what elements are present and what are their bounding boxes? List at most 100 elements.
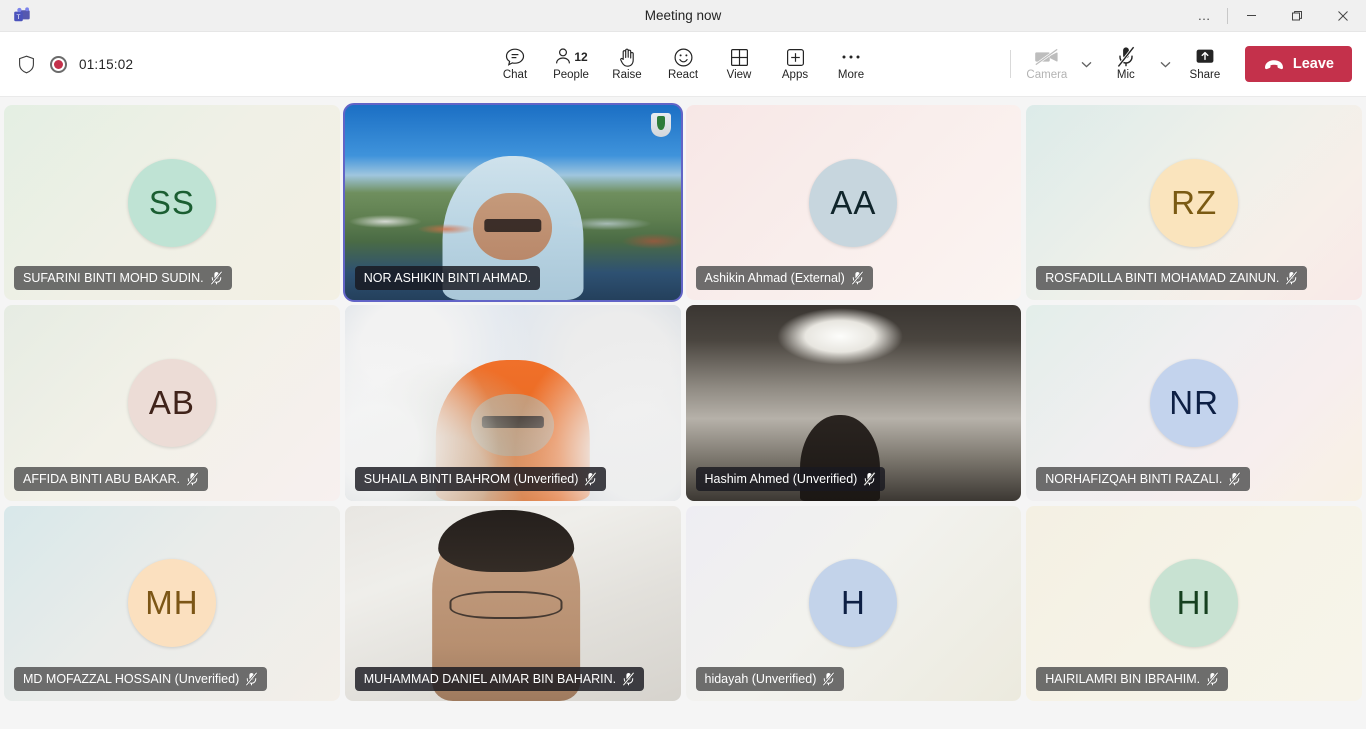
avatar: RZ — [1150, 158, 1239, 247]
view-button[interactable]: View — [711, 37, 767, 91]
raise-label: Raise — [612, 69, 642, 82]
shield-icon[interactable] — [14, 52, 38, 76]
participant-name-bar: NOR ASHIKIN BINTI AHMAD. — [354, 266, 541, 291]
mic-muted-icon — [851, 271, 864, 286]
camera-control-group: Camera — [1019, 37, 1098, 91]
mic-button[interactable]: Mic — [1098, 37, 1154, 91]
participant-name-bar: MUHAMMAD DANIEL AIMAR BIN BAHARIN. — [354, 666, 645, 691]
participant-tile[interactable]: HI HAIRILAMRI BIN IBRAHIM. — [1026, 505, 1362, 701]
participant-tile[interactable]: AB AFFIDA BINTI ABU BAKAR. — [4, 305, 340, 501]
participant-tile[interactable]: NR NORHAFIZQAH BINTI RAZALI. — [1026, 305, 1362, 501]
avatar-initials: H — [840, 584, 866, 622]
mic-chevron-down-icon[interactable] — [1154, 37, 1177, 91]
mic-off-icon — [1116, 46, 1136, 68]
avatar: SS — [127, 158, 216, 247]
meeting-toolbar: 01:15:02 Chat 12 People Raise React View… — [0, 32, 1366, 97]
react-button[interactable]: React — [655, 37, 711, 91]
people-label: People — [553, 69, 589, 82]
participant-name: NORHAFIZQAH BINTI RAZALI. — [1045, 471, 1223, 486]
leave-button[interactable]: Leave — [1244, 46, 1352, 82]
mic-muted-icon — [863, 471, 876, 486]
participant-tile[interactable]: SS SUFARINI BINTI MOHD SUDIN. — [4, 105, 340, 301]
tile-row: MH MD MOFAZZAL HOSSAIN (Unverified) MUHA… — [4, 505, 1362, 701]
more-button[interactable]: More — [823, 37, 879, 91]
tile-row: AB AFFIDA BINTI ABU BAKAR. SUHAILA BINTI… — [4, 305, 1362, 501]
participant-tile[interactable]: Hashim Ahmed (Unverified) — [685, 305, 1022, 501]
chat-button[interactable]: Chat — [487, 37, 543, 91]
meeting-timer: 01:15:02 — [79, 56, 134, 72]
people-count-badge: 12 — [574, 50, 588, 65]
avatar-initials: AB — [148, 383, 195, 421]
participant-name: Ashikin Ahmad (External) — [704, 271, 845, 286]
participant-name-bar: MD MOFAZZAL HOSSAIN (Unverified) — [14, 666, 268, 691]
share-button[interactable]: Share — [1177, 37, 1233, 91]
apps-plus-icon — [786, 46, 805, 68]
mic-muted-icon — [822, 672, 835, 686]
avatar: NR — [1150, 358, 1239, 447]
apps-button[interactable]: Apps — [767, 37, 823, 91]
mic-label: Mic — [1116, 69, 1135, 82]
raise-hand-icon — [618, 46, 637, 68]
participant-name-bar: ROSFADILLA BINTI MOHAMAD ZAINUN. — [1036, 266, 1308, 291]
camera-label: Camera — [1026, 69, 1068, 82]
participant-name: MUHAMMAD DANIEL AIMAR BIN BAHARIN. — [363, 671, 617, 686]
participant-name-bar: hidayah (Unverified) — [695, 666, 845, 691]
organization-logo-icon — [650, 113, 671, 137]
participant-name: AFFIDA BINTI ABU BAKAR. — [23, 471, 180, 486]
camera-button[interactable]: Camera — [1019, 37, 1075, 91]
svg-text:T: T — [17, 13, 21, 20]
view-grid-icon — [730, 46, 749, 68]
mic-muted-icon — [584, 471, 597, 486]
share-label: Share — [1189, 69, 1221, 82]
participant-tile[interactable]: MH MD MOFAZZAL HOSSAIN (Unverified) — [4, 505, 340, 701]
more-label: More — [837, 69, 865, 82]
participant-name: Hashim Ahmed (Unverified) — [704, 471, 858, 486]
avatar-initials: NR — [1169, 383, 1219, 421]
chat-icon — [504, 46, 526, 68]
maximize-button[interactable] — [1274, 0, 1320, 32]
mic-muted-icon — [186, 471, 199, 486]
view-label: View — [726, 69, 752, 82]
avatar: H — [809, 559, 898, 648]
participant-tile[interactable]: H hidayah (Unverified) — [685, 505, 1022, 701]
participant-name-bar: Ashikin Ahmad (External) — [695, 266, 873, 291]
mic-muted-icon — [210, 271, 223, 286]
participant-name-bar: NORHAFIZQAH BINTI RAZALI. — [1036, 466, 1251, 491]
participant-name: hidayah (Unverified) — [704, 671, 817, 686]
participant-name-bar: SUHAILA BINTI BAHROM (Unverified) — [354, 466, 607, 491]
participant-name: HAIRILAMRI BIN IBRAHIM. — [1045, 671, 1201, 686]
share-screen-icon — [1195, 46, 1215, 68]
tile-row: SS SUFARINI BINTI MOHD SUDIN. NOR ASHIKI… — [4, 102, 1362, 303]
participant-name-bar: AFFIDA BINTI ABU BAKAR. — [14, 466, 208, 491]
toolbar-right-actions: Camera Mic Share Leave — [1002, 37, 1352, 91]
people-icon: 12 — [554, 46, 588, 68]
raise-hand-button[interactable]: Raise — [599, 37, 655, 91]
camera-chevron-down-icon[interactable] — [1075, 37, 1098, 91]
participant-name-bar: SUFARINI BINTI MOHD SUDIN. — [14, 266, 232, 291]
avatar: MH — [127, 559, 216, 648]
react-label: React — [667, 69, 699, 82]
people-button[interactable]: 12 People — [543, 37, 599, 91]
more-ellipsis-icon — [840, 46, 862, 68]
apps-label: Apps — [781, 69, 809, 82]
mic-muted-icon — [1285, 271, 1298, 286]
participant-tile[interactable]: RZ ROSFADILLA BINTI MOHAMAD ZAINUN. — [1026, 105, 1362, 301]
participant-tile[interactable]: NOR ASHIKIN BINTI AHMAD. — [342, 102, 683, 303]
participant-tile[interactable]: AA Ashikin Ahmad (External) — [685, 105, 1022, 301]
mic-control-group: Mic — [1098, 37, 1177, 91]
minimize-button[interactable] — [1228, 0, 1274, 32]
mic-muted-icon — [622, 672, 635, 686]
avatar-initials: HI — [1176, 584, 1212, 622]
video-stage: SS SUFARINI BINTI MOHD SUDIN. NOR ASHIKI… — [0, 97, 1366, 705]
avatar-initials: RZ — [1171, 183, 1218, 221]
participant-name: SUHAILA BINTI BAHROM (Unverified) — [363, 471, 579, 486]
participant-tile[interactable]: MUHAMMAD DANIEL AIMAR BIN BAHARIN. — [344, 505, 681, 701]
window-more-button[interactable]: … — [1181, 0, 1227, 32]
participant-tile[interactable]: SUHAILA BINTI BAHROM (Unverified) — [344, 305, 681, 501]
title-bar: T Meeting now … — [0, 0, 1366, 32]
react-smiley-icon — [673, 46, 694, 68]
mic-muted-icon — [245, 672, 258, 686]
close-button[interactable] — [1320, 0, 1366, 32]
avatar: AA — [809, 158, 898, 247]
chat-label: Chat — [502, 69, 528, 82]
